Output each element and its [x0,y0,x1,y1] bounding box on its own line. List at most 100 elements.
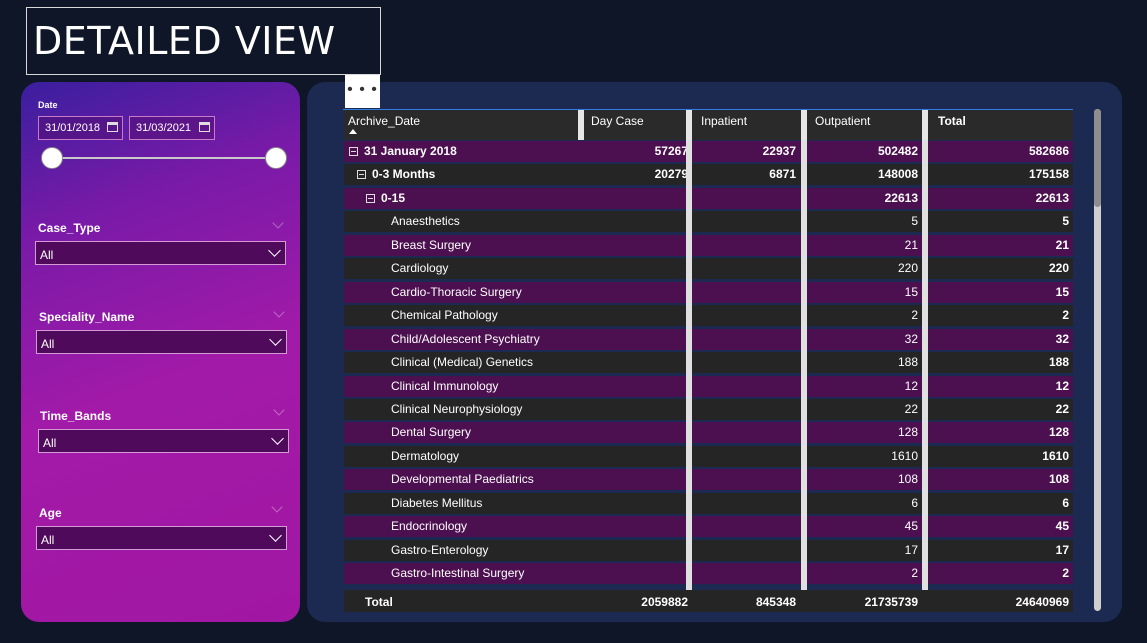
cell-day-case [585,376,692,397]
cell-total: 220 [1048,261,1069,276]
cell-total: 128 [1048,425,1069,440]
column-separator [801,140,807,612]
table-row[interactable]: Gastro-Intestinal Surgery 2 2 [344,563,1073,585]
cell-day-case [585,235,692,256]
cell-outpatient: 15 [904,284,918,299]
date-start-input[interactable]: 31/01/2018 [38,116,123,140]
column-resize-handle[interactable] [686,110,692,140]
cell-total: 22 [1055,401,1069,416]
row-label: Dermatology [391,448,460,463]
row-label: Clinical Neurophysiology [391,401,523,416]
cell-inpatient [695,399,800,420]
cell-outpatient: 22 [904,401,918,416]
column-header-inpatient[interactable]: Inpatient [695,110,800,140]
cell-total: 12 [1055,378,1069,393]
table-row[interactable]: Cardio-Thoracic Surgery 15 15 [344,281,1073,303]
column-header-total[interactable]: Total [932,110,1073,140]
cell-inpatient [695,563,800,584]
cell-day-case [585,422,692,443]
column-header-outpatient[interactable]: Outpatient [809,110,922,140]
cell-total: 32 [1055,331,1069,346]
row-label: Child/Adolescent Psychiatry [391,331,540,346]
date-slider-end-handle[interactable] [265,147,287,169]
column-header-archive-date[interactable]: Archive_Date [344,110,584,140]
calendar-icon[interactable] [199,122,210,132]
cell-total: 45 [1055,519,1069,534]
table-row[interactable]: Dermatology 1610 1610 [344,445,1073,467]
date-slider-track[interactable] [52,157,276,159]
age-dropdown[interactable]: All [36,526,287,550]
cell-inpatient [695,376,800,397]
cell-day-case [585,516,692,537]
cell-day-case: 57267 [654,144,688,158]
cell-day-case: 20279 [654,167,688,182]
cell-outpatient: 502482 [877,144,918,158]
column-separator [922,140,928,612]
column-resize-handle[interactable] [578,110,584,140]
date-filter-label: Date [38,100,58,110]
cell-day-case [585,305,692,326]
table-row[interactable]: Breast Surgery 21 21 [344,234,1073,256]
row-label: Cardiology [391,261,449,276]
date-slider-start-handle[interactable] [41,147,63,169]
cell-day-case [585,469,692,490]
cell-total: 188 [1048,355,1069,370]
cell-inpatient [695,493,800,514]
table-row[interactable]: Dental Surgery 128 128 [344,422,1073,444]
total-day-case: 2059882 [641,595,688,609]
cell-total: 21 [1055,237,1069,252]
row-label: Clinical (Medical) Genetics [391,355,534,370]
table-row[interactable]: Cardiology 220 220 [344,258,1073,280]
age-label: Age [39,506,62,520]
table-row[interactable]: 0-15 22613 22613 [344,187,1073,209]
cell-total: 6 [1062,495,1069,510]
table-row[interactable]: Child/Adolescent Psychiatry 32 32 [344,328,1073,350]
cell-inpatient [695,282,800,303]
table-row[interactable]: Gastro-Enterology 17 17 [344,539,1073,561]
column-resize-handle[interactable] [922,110,928,140]
cell-inpatient [695,305,800,326]
cell-day-case [585,352,692,373]
table-row[interactable]: 31 January 2018 57267 22937 502482 582686 [344,141,1073,162]
row-label: Endocrinology [391,519,468,534]
more-options-button[interactable]: • • • [345,75,380,108]
row-label: Gastro-Intestinal Surgery [391,566,525,581]
total-total: 24640969 [1015,595,1069,609]
row-label: Dental Surgery [391,425,472,440]
table-row[interactable]: Anaesthetics 5 5 [344,211,1073,233]
date-end-input[interactable]: 31/03/2021 [129,116,215,140]
speciality-name-dropdown[interactable]: All [36,330,287,354]
row-label: Clinical Immunology [391,378,499,393]
calendar-icon[interactable] [107,122,118,132]
cell-inpatient [695,422,800,443]
case-type-dropdown[interactable]: All [35,241,286,265]
cell-total: 15 [1055,284,1069,299]
row-label: Cardio-Thoracic Surgery [391,284,522,299]
cell-outpatient: 12 [904,378,918,393]
table-row[interactable]: Endocrinology 45 45 [344,516,1073,538]
speciality-name-label: Speciality_Name [39,310,135,324]
cell-total: 17 [1055,542,1069,557]
row-label: Developmental Paediatrics [391,472,534,487]
cell-inpatient [695,540,800,561]
table-row[interactable]: Chemical Pathology 2 2 [344,305,1073,327]
column-header-day-case[interactable]: Day Case [585,110,692,140]
sort-ascending-icon[interactable] [349,129,357,134]
table-row[interactable]: 0-3 Months 20279 6871 148008 175158 [344,164,1073,186]
time-bands-dropdown[interactable]: All [38,429,289,453]
cell-day-case [585,258,692,279]
cell-outpatient: 2 [911,308,918,323]
chevron-down-icon [269,529,282,542]
cell-total: 108 [1048,472,1069,487]
table-row[interactable]: Developmental Paediatrics 108 108 [344,469,1073,491]
chevron-down-icon [271,432,284,445]
time-bands-value: All [43,436,57,450]
table-row[interactable]: Diabetes Mellitus 6 6 [344,492,1073,514]
table-scrollbar-thumb[interactable] [1094,109,1101,207]
table-row[interactable]: Clinical Neurophysiology 22 22 [344,398,1073,420]
table-row[interactable]: Clinical (Medical) Genetics 188 188 [344,352,1073,374]
table-row[interactable]: Clinical Immunology 12 12 [344,375,1073,397]
column-resize-handle[interactable] [801,110,807,140]
cell-total: 22613 [1035,190,1069,205]
cell-inpatient [695,188,800,209]
